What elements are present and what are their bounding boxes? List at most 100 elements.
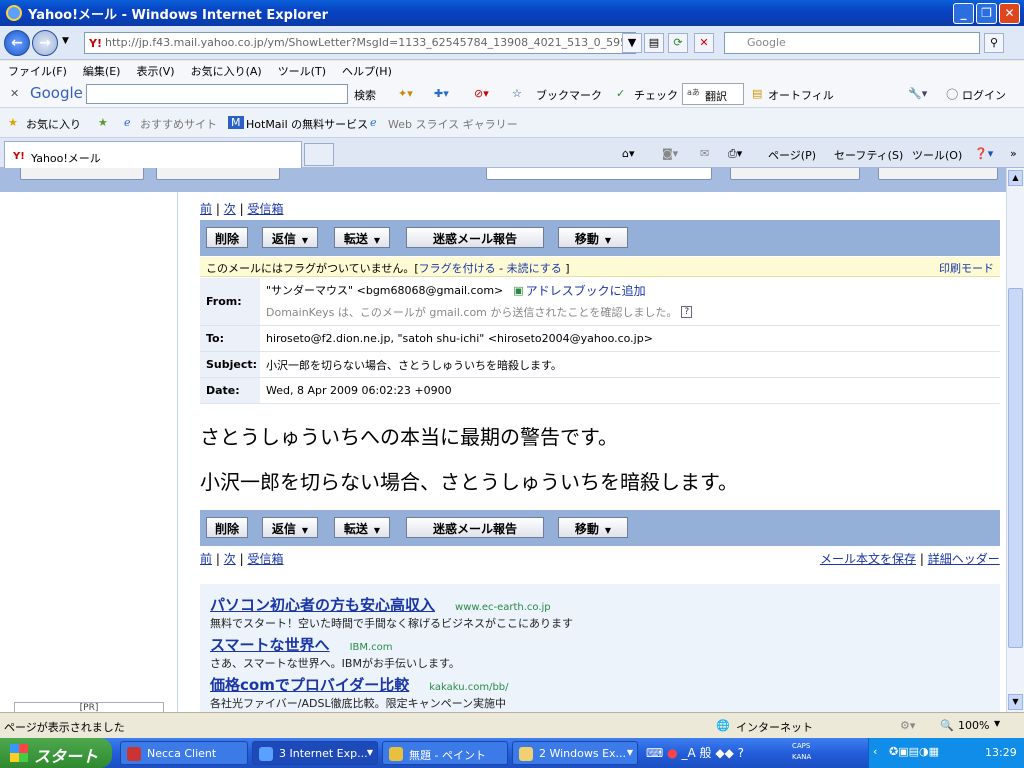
task-paint[interactable]: 無題 - ペイント — [382, 741, 508, 765]
save-body-link[interactable]: メール本文を保存 — [820, 552, 916, 566]
ad-title-link[interactable]: スマートな世界へ — [210, 636, 330, 654]
menu-tools[interactable]: ツール(T) — [278, 63, 326, 79]
prev-link[interactable]: 前 — [200, 202, 212, 216]
zoom-dropdown-icon[interactable]: ▼ — [994, 719, 1000, 728]
add-favorite-icon[interactable]: ★ — [98, 116, 108, 129]
chevron-icon[interactable]: » — [1010, 147, 1017, 160]
login-button[interactable]: ログイン — [962, 87, 1006, 103]
minimize-button[interactable]: _ — [953, 3, 974, 24]
move-button[interactable]: 移動 ▼ — [558, 517, 628, 538]
task-necca-client[interactable]: Necca Client — [120, 741, 248, 765]
menu-file[interactable]: ファイル(F) — [8, 63, 67, 79]
add-to-addressbook-link[interactable]: アドレスブックに追加 — [526, 282, 646, 299]
print-mode-link[interactable]: 印刷モード — [939, 260, 994, 276]
compat-view-icon[interactable]: ▤ — [644, 33, 664, 53]
caps-label: CAPS — [792, 742, 811, 750]
help-icon[interactable]: ❓▾ — [974, 147, 993, 160]
refresh-icon[interactable]: ⟳ — [668, 33, 688, 53]
reply-button[interactable]: 返信 ▼ — [262, 517, 318, 538]
partial-button[interactable] — [730, 168, 860, 180]
reply-button[interactable]: 返信 ▼ — [262, 227, 318, 248]
search-icon[interactable]: ⚲ — [984, 33, 1004, 53]
hotmail-link[interactable]: HotMail の無料サービス — [246, 116, 368, 132]
set-flag-link[interactable]: フラグを付ける — [419, 262, 496, 275]
ime-bar[interactable]: ⌨ ● _A 般 ◆◆ ? — [646, 744, 744, 761]
help-icon[interactable]: ? — [681, 306, 693, 318]
autofill-button[interactable]: オートフィル — [768, 87, 834, 103]
menu-edit[interactable]: 編集(E) — [83, 63, 121, 79]
check-button[interactable]: チェック — [634, 87, 678, 103]
new-tab-button[interactable] — [304, 143, 334, 166]
zoom-level[interactable]: 100% — [958, 719, 989, 732]
google-search-button[interactable]: 検索 — [354, 87, 376, 103]
plus-icon[interactable]: ✚▾ — [434, 87, 449, 100]
favorites-button[interactable]: お気に入り — [26, 116, 81, 132]
autofill-icon: ▤ — [752, 87, 763, 100]
scroll-up-icon[interactable]: ▲ — [1008, 170, 1023, 186]
partial-button[interactable] — [156, 168, 280, 180]
partial-button[interactable] — [878, 168, 998, 180]
scroll-down-icon[interactable]: ▼ — [1008, 694, 1023, 710]
mail-icon[interactable]: ✉ — [700, 147, 709, 160]
tray-icons[interactable]: ✪▣▤◑▦ — [889, 745, 939, 758]
back-button[interactable]: ← — [4, 30, 30, 56]
delete-label: 削除 — [214, 232, 239, 246]
safety-menu[interactable]: セーフティ(S) — [834, 147, 903, 163]
feeds-icon[interactable]: ◙▾ — [662, 147, 678, 160]
task-internet-explorer[interactable]: 3 Internet Exp... ▼ — [252, 741, 378, 765]
tools-menu[interactable]: ツール(O) — [912, 147, 962, 163]
google-search-input[interactable] — [86, 84, 348, 104]
next-link[interactable]: 次 — [224, 552, 236, 566]
wrench-icon[interactable]: 🔧▾ — [908, 87, 927, 100]
spam-report-button[interactable]: 迷惑メール報告 — [406, 227, 544, 248]
forward-button-mail[interactable]: 転送 ▼ — [334, 227, 390, 248]
webslice-link[interactable]: Web スライス ギャラリー — [388, 116, 518, 132]
delete-button[interactable]: 削除 — [206, 227, 248, 248]
forward-button[interactable]: → — [32, 30, 58, 56]
home-icon[interactable]: ⌂▾ — [622, 147, 635, 160]
translate-button[interactable]: 翻訳 aあ — [682, 83, 744, 105]
full-headers-link[interactable]: 詳細ヘッダー — [928, 552, 1000, 566]
close-button[interactable]: ✕ — [999, 3, 1020, 24]
protected-mode-icon[interactable]: ⚙▾ — [900, 719, 915, 732]
search-input[interactable]: Google — [724, 32, 980, 54]
menu-view[interactable]: 表示(V) — [136, 63, 174, 79]
mark-unread-link[interactable]: 未読にする — [507, 262, 562, 275]
message-tools-links: メール本文を保存 | 詳細ヘッダー — [820, 550, 1000, 567]
spam-report-button[interactable]: 迷惑メール報告 — [406, 517, 544, 538]
tray-expand-icon[interactable]: ‹ — [873, 745, 877, 758]
tab-yahoo-mail[interactable]: Y! Yahoo!メール — [4, 141, 302, 168]
history-dropdown-icon[interactable]: ▼ — [62, 36, 69, 46]
bookmarks-button[interactable]: ブックマーク — [536, 87, 602, 103]
scroll-thumb[interactable] — [1008, 288, 1023, 648]
stop-icon[interactable]: ✕ — [694, 33, 714, 53]
print-icon[interactable]: ⎙▾ — [728, 147, 742, 161]
ad-title-link[interactable]: パソコン初心者の方も安心高収入 — [210, 596, 435, 614]
from-row: "サンダーマウス" <bgm68068@gmail.com> ▣ アドレスブック… — [266, 278, 646, 302]
url-dropdown-icon[interactable]: ▼ — [622, 33, 642, 53]
ad-title-link[interactable]: 価格comでプロバイダー比較 — [210, 676, 409, 694]
ime-icon: ● — [667, 746, 678, 760]
menu-favorites[interactable]: お気に入り(A) — [191, 63, 262, 79]
move-button[interactable]: 移動 ▼ — [558, 227, 628, 248]
delete-button[interactable]: 削除 — [206, 517, 248, 538]
vertical-scrollbar[interactable]: ▲ ▼ — [1006, 168, 1024, 712]
maximize-button[interactable]: ❐ — [976, 3, 997, 24]
inbox-link[interactable]: 受信箱 — [247, 552, 283, 566]
inbox-link[interactable]: 受信箱 — [247, 202, 283, 216]
prev-link[interactable]: 前 — [200, 552, 212, 566]
page-menu[interactable]: ページ(P) — [768, 147, 816, 163]
bookmark-star-icon[interactable]: ✦▾ — [398, 87, 413, 100]
toolbar-close-icon[interactable]: ✕ — [10, 87, 19, 100]
partial-button[interactable] — [20, 168, 144, 180]
start-button[interactable]: スタート — [0, 738, 112, 768]
forward-button-mail[interactable]: 転送 ▼ — [334, 517, 390, 538]
partial-search-input[interactable] — [486, 168, 712, 180]
menu-help[interactable]: ヘルプ(H) — [342, 63, 392, 79]
clock[interactable]: 13:29 — [985, 746, 1017, 759]
suggested-sites-link[interactable]: おすすめサイト — [140, 116, 217, 132]
address-input[interactable]: Y! http://jp.f43.mail.yahoo.co.jp/ym/Show… — [84, 32, 636, 54]
task-windows-explorer[interactable]: 2 Windows Ex... ▼ — [512, 741, 638, 765]
next-link[interactable]: 次 — [224, 202, 236, 216]
popup-blocker-icon[interactable]: ⊘▾ — [474, 87, 489, 100]
